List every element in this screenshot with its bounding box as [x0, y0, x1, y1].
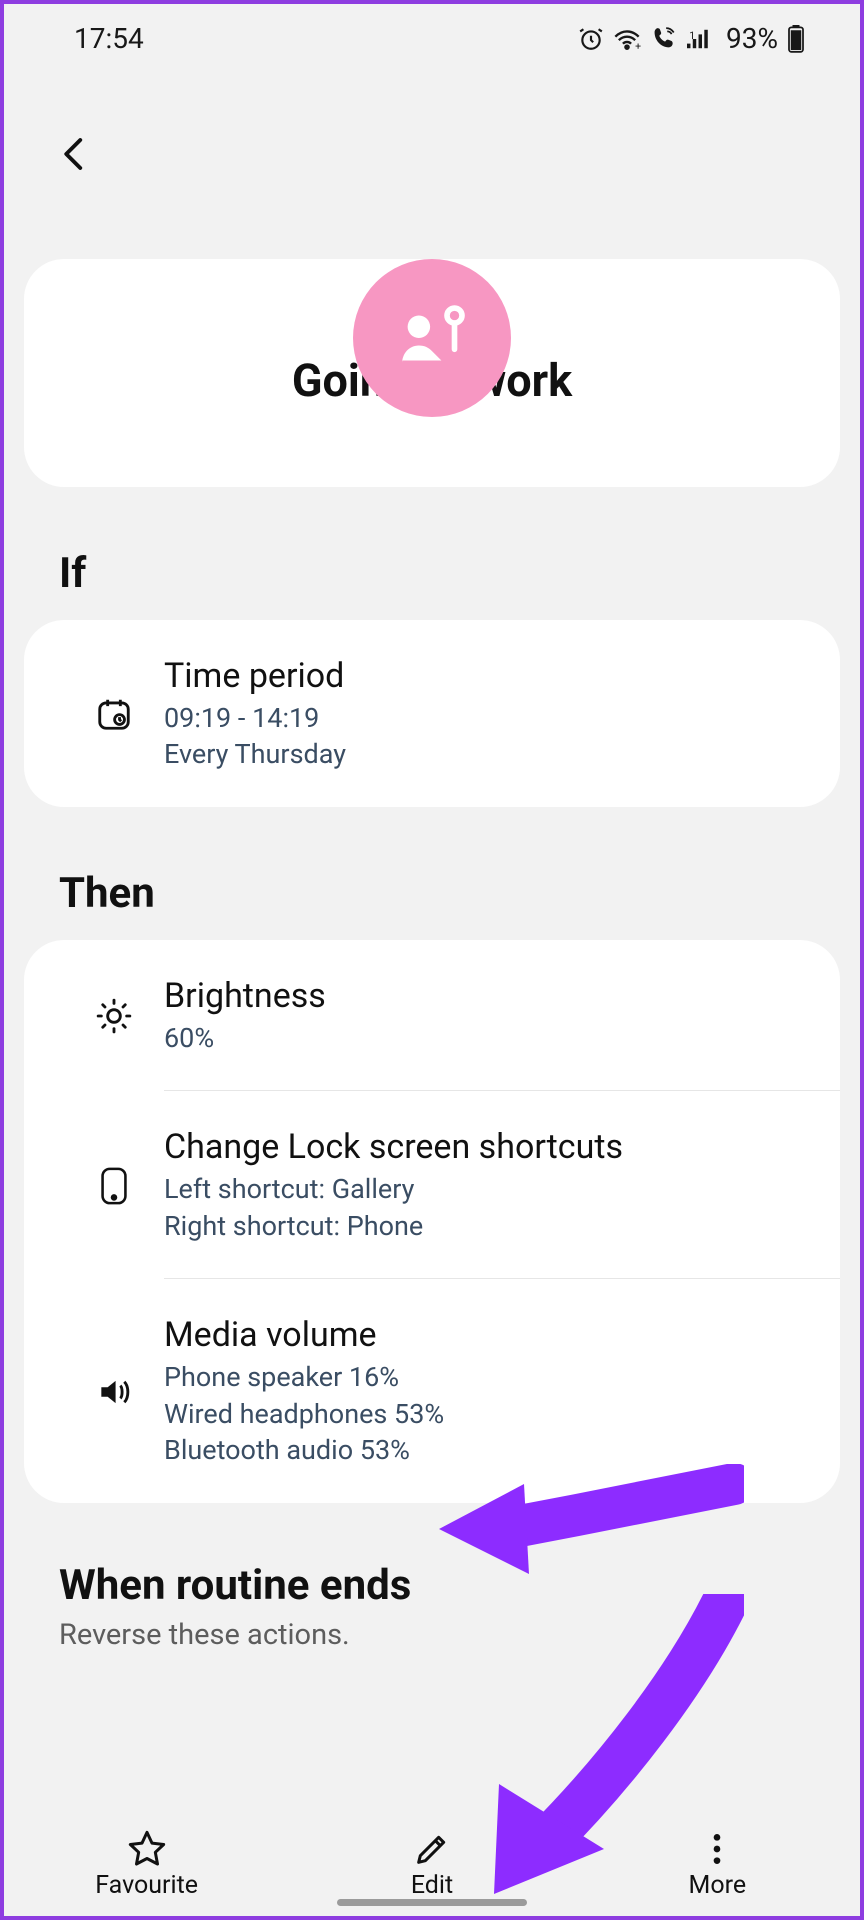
status-right: + 1 93%	[578, 22, 805, 55]
signal-icon: 1	[687, 27, 717, 51]
routine-icon-circle	[353, 259, 511, 417]
time-period-row[interactable]: Time period 09:19 - 14:19 Every Thursday	[24, 620, 840, 807]
brightness-title: Brightness	[164, 976, 810, 1016]
media-volume-line2: Wired headphones 53%	[164, 1396, 810, 1432]
time-period-range: 09:19 - 14:19	[164, 700, 810, 736]
edit-button[interactable]: Edit	[332, 1829, 532, 1900]
pencil-icon	[412, 1829, 452, 1869]
brightness-row[interactable]: Brightness 60%	[24, 940, 840, 1090]
wifi-icon: +	[613, 27, 641, 51]
lock-shortcuts-row[interactable]: Change Lock screen shortcuts Left shortc…	[164, 1090, 840, 1278]
alarm-icon	[578, 26, 604, 52]
brightness-value: 60%	[164, 1020, 810, 1056]
media-volume-line3: Bluetooth audio 53%	[164, 1432, 810, 1468]
lock-shortcut-right: Right shortcut: Phone	[164, 1208, 810, 1244]
status-bar: 17:54 + 1 93%	[4, 4, 860, 61]
then-header: Then	[4, 807, 860, 940]
media-volume-row[interactable]: Media volume Phone speaker 16% Wired hea…	[164, 1278, 840, 1502]
gesture-nav-pill	[337, 1899, 527, 1906]
phone-outline-icon	[96, 1166, 132, 1206]
wifi-calling-icon	[650, 26, 678, 52]
media-volume-line1: Phone speaker 16%	[164, 1359, 810, 1395]
battery-icon	[787, 25, 805, 53]
back-button[interactable]	[54, 160, 96, 179]
time-period-title: Time period	[164, 656, 810, 696]
end-header: When routine ends	[4, 1503, 860, 1618]
calendar-clock-icon	[95, 695, 133, 733]
more-button[interactable]: More	[617, 1829, 817, 1900]
end-sub: Reverse these actions.	[4, 1618, 860, 1652]
favourite-label: Favourite	[95, 1871, 198, 1900]
speaker-icon	[94, 1373, 134, 1411]
edit-label: Edit	[411, 1871, 453, 1900]
lock-shortcuts-title: Change Lock screen shortcuts	[164, 1127, 810, 1167]
svg-text:1: 1	[689, 29, 695, 42]
star-icon	[127, 1829, 167, 1869]
commute-icon	[387, 293, 477, 383]
lock-shortcut-left: Left shortcut: Gallery	[164, 1171, 810, 1207]
if-header: If	[4, 487, 860, 620]
if-card: Time period 09:19 - 14:19 Every Thursday	[24, 620, 840, 807]
media-volume-title: Media volume	[164, 1315, 810, 1355]
brightness-icon	[95, 997, 133, 1035]
more-label: More	[689, 1871, 747, 1900]
time-period-repeat: Every Thursday	[164, 736, 810, 772]
then-card: Brightness 60% Change Lock screen shortc…	[24, 940, 840, 1503]
more-vertical-icon	[697, 1829, 737, 1869]
back-icon	[54, 133, 96, 175]
svg-text:+: +	[635, 39, 641, 51]
battery-percent: 93%	[726, 22, 778, 55]
favourite-button[interactable]: Favourite	[47, 1829, 247, 1900]
clock: 17:54	[74, 22, 144, 55]
